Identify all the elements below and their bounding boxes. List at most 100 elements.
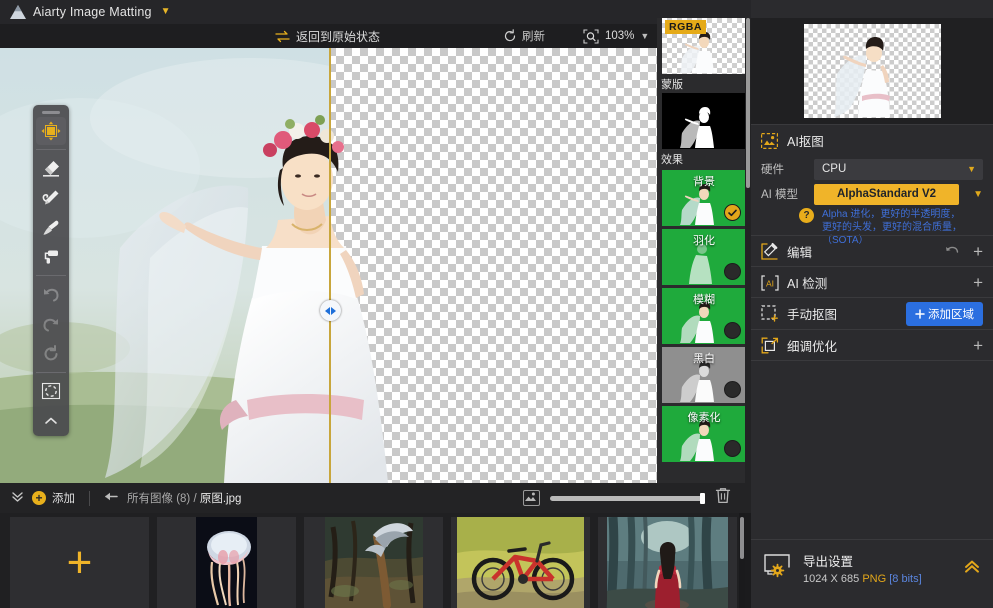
- thumbnail-bike[interactable]: [451, 517, 590, 608]
- revert-to-original-button[interactable]: 返回到原始状态: [275, 24, 380, 48]
- eraser-icon: [41, 158, 61, 178]
- paint-roller-icon: [41, 247, 61, 267]
- layer-strip[interactable]: RGBA 蒙版 效果: [657, 18, 751, 483]
- layer-thumb-rgba[interactable]: RGBA: [662, 18, 746, 74]
- zoom-value: 103%: [605, 30, 634, 42]
- before-after-handle[interactable]: [320, 300, 341, 321]
- refresh-button[interactable]: 刷新: [503, 24, 545, 48]
- plus-circle-icon: +: [32, 491, 46, 505]
- effect-thumb-feather[interactable]: 羽化: [662, 229, 746, 285]
- undo-tool[interactable]: [36, 280, 66, 308]
- section-actions-refine: +: [973, 337, 983, 354]
- export-settings[interactable]: 导出设置 1024 X 685 PNG [8 bits]: [751, 539, 993, 608]
- effect-toggle-blur[interactable]: [724, 322, 741, 339]
- list-item[interactable]: RGBA: [662, 18, 746, 74]
- chevron-up-icon: [43, 415, 59, 427]
- preview-image: [804, 24, 941, 118]
- add-images-button[interactable]: + 添加: [32, 490, 75, 506]
- panel-divider: [751, 360, 993, 361]
- list-item[interactable]: [157, 513, 295, 608]
- section-title-edit: 编辑: [787, 242, 812, 261]
- effect-thumb-background[interactable]: 背景: [662, 170, 746, 226]
- effect-thumb-blur[interactable]: 模糊: [662, 288, 746, 344]
- revert-label: 返回到原始状态: [296, 28, 380, 45]
- thumbnail-axe[interactable]: [304, 517, 443, 608]
- chevron-up-double-icon[interactable]: [963, 558, 981, 578]
- before-after-divider[interactable]: [329, 48, 331, 483]
- question-mark-icon[interactable]: ?: [799, 208, 814, 223]
- list-item[interactable]: 模糊: [662, 288, 746, 344]
- list-item[interactable]: [451, 513, 589, 608]
- arrow-right-icon: [331, 307, 336, 315]
- trash-icon[interactable]: [715, 487, 731, 509]
- list-item[interactable]: [662, 93, 746, 149]
- move-arrows-icon: [41, 121, 61, 141]
- selection-tool[interactable]: [36, 377, 66, 405]
- swap-arrows-icon: [275, 30, 290, 43]
- add-edit-button[interactable]: +: [973, 243, 983, 260]
- undo-arrow-icon[interactable]: [945, 244, 960, 259]
- zoom-control[interactable]: 103% ▼: [583, 24, 649, 48]
- thumbnail-jellyfish[interactable]: [157, 517, 296, 608]
- thumbnail-size-slider[interactable]: [550, 496, 705, 501]
- section-header-manual-matting[interactable]: 手动抠图 添加区域: [751, 298, 993, 329]
- back-arrow-icon[interactable]: [104, 491, 118, 505]
- chevron-down-icon[interactable]: ▼: [640, 31, 649, 41]
- filmstrip-scrollbar[interactable]: [739, 513, 745, 608]
- section-header-edit[interactable]: 编辑 +: [751, 236, 993, 267]
- collapse-palette[interactable]: [36, 407, 66, 435]
- section-header-refine[interactable]: 细调优化 +: [751, 330, 993, 361]
- redo-tool[interactable]: [36, 310, 66, 338]
- effect-toggle-grayscale[interactable]: [724, 381, 741, 398]
- add-refine-button[interactable]: +: [973, 337, 983, 354]
- reset-tool[interactable]: [36, 340, 66, 368]
- image-filmstrip[interactable]: +: [0, 513, 745, 608]
- hardware-select[interactable]: CPU ▼: [814, 159, 983, 180]
- breadcrumb[interactable]: 所有图像 (8) / 原图.jpg: [127, 490, 241, 506]
- chevron-down-icon[interactable]: ▼: [161, 7, 171, 17]
- paint-roller-tool[interactable]: [36, 243, 66, 271]
- effect-toggle-pixelate[interactable]: [724, 440, 741, 457]
- effect-selected-check[interactable]: [724, 204, 741, 221]
- model-select[interactable]: AlphaStandard V2: [814, 184, 959, 205]
- pencil-tool[interactable]: [36, 184, 66, 212]
- effect-thumb-pixelate[interactable]: 像素化: [662, 406, 746, 462]
- list-item[interactable]: 像素化: [662, 406, 746, 462]
- section-header-ai-matting[interactable]: AI抠图: [751, 125, 993, 156]
- list-item[interactable]: +: [10, 513, 148, 608]
- export-settings-row[interactable]: 导出设置 1024 X 685 PNG [8 bits]: [751, 540, 993, 596]
- add-image-cell[interactable]: +: [10, 517, 149, 608]
- breadcrumb-file: 原图.jpg: [200, 493, 242, 505]
- move-tool[interactable]: [36, 117, 66, 145]
- image-size-icon[interactable]: [523, 490, 540, 506]
- section-header-ai-detect[interactable]: AI AI 检测 +: [751, 267, 993, 298]
- ai-matting-icon: [761, 132, 778, 149]
- effect-thumb-grayscale[interactable]: 黑白: [662, 347, 746, 403]
- section-ai-matting: AI抠图 硬件 CPU ▼ AI 模型 AlphaStandard V2 ▼ ?: [751, 124, 993, 253]
- add-ai-detect-button[interactable]: +: [973, 274, 983, 291]
- result-preview: [751, 18, 993, 124]
- restore-brush-tool[interactable]: [36, 214, 66, 242]
- arrow-left-icon: [325, 307, 330, 315]
- chevron-down-icon[interactable]: ▼: [967, 164, 976, 174]
- list-item[interactable]: 羽化: [662, 229, 746, 285]
- list-item[interactable]: 背景: [662, 170, 746, 226]
- chevron-down-double-icon[interactable]: [11, 491, 24, 505]
- layer-thumb-mask[interactable]: [662, 93, 746, 149]
- thumbnail-woman-red-dress[interactable]: [598, 517, 737, 608]
- palette-drag-handle[interactable]: [42, 111, 60, 114]
- eraser-tool[interactable]: [36, 154, 66, 182]
- slider-thumb[interactable]: [700, 493, 705, 504]
- list-item[interactable]: [598, 513, 736, 608]
- bottom-bar-right: [523, 487, 751, 509]
- export-settings-meta: 1024 X 685 PNG [8 bits]: [803, 573, 922, 585]
- undo-arrow-icon: [41, 284, 61, 304]
- list-item[interactable]: [304, 513, 442, 608]
- preview-cutout: [804, 24, 941, 118]
- add-region-button[interactable]: 添加区域: [906, 302, 983, 326]
- list-item[interactable]: 黑白: [662, 347, 746, 403]
- effect-toggle-feather[interactable]: [724, 263, 741, 280]
- chevron-down-icon[interactable]: ▼: [973, 189, 983, 200]
- image-canvas[interactable]: [0, 48, 657, 483]
- section-refine: 细调优化 +: [751, 329, 993, 361]
